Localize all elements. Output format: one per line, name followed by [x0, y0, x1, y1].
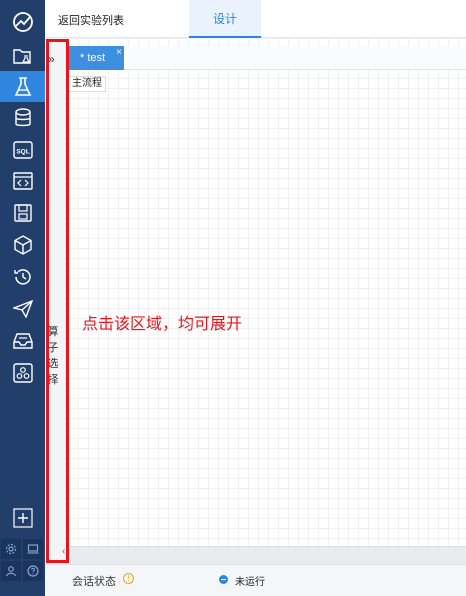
plus-icon[interactable] — [0, 505, 45, 531]
settings-icon[interactable] — [1, 539, 21, 559]
save-disk-icon[interactable] — [0, 197, 45, 228]
history-icon[interactable] — [0, 261, 45, 292]
sql-icon[interactable]: SQL — [0, 134, 45, 165]
info-icon[interactable]: ! — [123, 573, 134, 584]
status-indicator-icon — [219, 575, 228, 584]
close-icon[interactable]: × — [116, 47, 122, 58]
code-window-icon[interactable] — [0, 165, 45, 196]
dashboard-icon[interactable] — [0, 2, 45, 42]
left-nav: SQL — [0, 0, 45, 596]
cluster-icon[interactable] — [0, 357, 45, 388]
inbox-icon[interactable] — [0, 325, 45, 356]
session-status-label: 会话状态 — [72, 576, 116, 588]
monitor-icon[interactable] — [23, 539, 43, 559]
run-status-text: 未运行 — [235, 577, 265, 588]
flask-icon[interactable] — [0, 71, 45, 102]
top-header: 返回实验列表 设计 — [45, 0, 466, 38]
help-icon[interactable] — [23, 561, 43, 581]
cube-icon[interactable] — [0, 229, 45, 260]
status-footer: 会话状态 ! 未运行 — [45, 564, 466, 596]
main-flow-label[interactable]: 主流程 — [68, 76, 106, 92]
file-tab-bar: * test × — [68, 46, 466, 70]
database-icon[interactable] — [0, 102, 45, 133]
send-icon[interactable] — [0, 293, 45, 324]
highlight-frame — [46, 39, 69, 563]
annotation-text: 点击该区域，均可展开 — [82, 316, 243, 333]
user-icon[interactable] — [1, 561, 21, 581]
file-tab-label: * test — [80, 52, 106, 64]
design-canvas[interactable] — [68, 38, 466, 546]
folder-flask-icon[interactable] — [0, 40, 45, 71]
app-window: SQL 返回实验列表 设计 * test × 主流程 点击该区域，均可展开 » … — [0, 0, 466, 596]
tab-design[interactable]: 设计 — [189, 0, 261, 38]
file-tab-test[interactable]: * test × — [68, 46, 124, 70]
back-to-experiments-link[interactable]: 返回实验列表 — [58, 12, 124, 28]
svg-text:SQL: SQL — [16, 148, 29, 155]
horizontal-scrollbar[interactable] — [68, 546, 466, 564]
